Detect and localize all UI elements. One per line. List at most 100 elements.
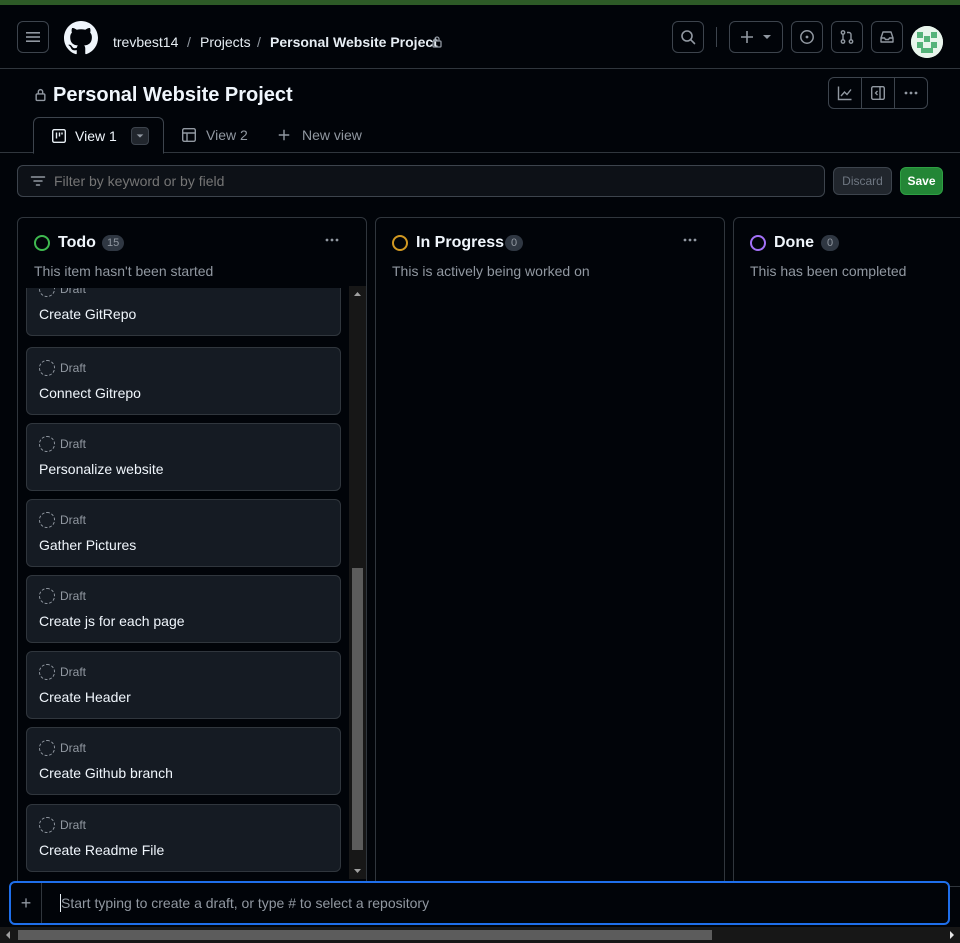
filter-input[interactable] (54, 173, 824, 189)
card[interactable]: Draft Create GitRepo (26, 288, 341, 336)
horizontal-scrollbar-thumb[interactable] (18, 930, 712, 940)
card-title[interactable]: Create Readme File (39, 842, 164, 858)
scrollbar-thumb[interactable] (352, 568, 363, 850)
new-view-button[interactable]: New view (277, 117, 362, 153)
card-title[interactable]: Personalize website (39, 461, 164, 477)
global-header: trevbest14 / Projects / Personal Website… (0, 5, 960, 69)
tab-view-1[interactable]: View 1 (33, 117, 164, 154)
count-badge: 0 (821, 235, 839, 251)
tab-view-2[interactable]: View 2 (181, 117, 248, 153)
column-title: Done (774, 234, 814, 251)
card-title[interactable]: Create Header (39, 689, 131, 705)
scroll-left-arrow-icon[interactable] (2, 927, 14, 943)
table-icon (181, 127, 197, 143)
tab-label: New view (302, 127, 362, 143)
column-description: This is actively being worked on (392, 263, 590, 279)
discard-button[interactable]: Discard (833, 167, 892, 195)
filter-bar: Discard Save (0, 154, 960, 210)
scroll-up-arrow-icon[interactable] (349, 288, 366, 300)
column-done: Done 0 This has been completed (733, 217, 960, 887)
status-circle-icon (34, 235, 50, 251)
breadcrumb-user[interactable]: trevbest14 (113, 34, 178, 50)
project-actions-group (828, 77, 928, 109)
lock-icon (34, 87, 47, 102)
column-menu-button[interactable] (318, 230, 346, 250)
sidebar-expand-icon (871, 86, 886, 101)
breadcrumb-separator: / (257, 34, 261, 50)
add-item-input[interactable]: Start typing to create a draft, or type … (61, 895, 429, 911)
project-header: Personal Website Project View 1 View 2 N… (0, 69, 960, 154)
create-new-button[interactable] (729, 21, 783, 53)
plus-icon (741, 31, 753, 43)
inbox-icon (880, 31, 894, 43)
breadcrumb-projects[interactable]: Projects (200, 34, 251, 50)
card[interactable]: Draft Create Readme File (26, 804, 341, 872)
column-todo: Todo 15 This item hasn't been started Dr… (17, 217, 367, 887)
draft-icon (39, 436, 55, 452)
filter-icon (30, 173, 46, 189)
card[interactable]: Draft Gather Pictures (26, 499, 341, 567)
draft-icon (39, 360, 55, 376)
pull-requests-button[interactable] (831, 21, 863, 53)
draft-icon (39, 817, 55, 833)
hamburger-icon (26, 32, 40, 42)
status-circle-icon (750, 235, 766, 251)
card[interactable]: Draft Create Header (26, 651, 341, 719)
column-menu-button[interactable] (676, 230, 704, 250)
card-status: Draft (60, 437, 87, 451)
view-options-dropdown[interactable] (130, 126, 149, 145)
card-title[interactable]: Gather Pictures (39, 537, 136, 553)
git-pull-request-icon (840, 30, 854, 44)
count-badge: 0 (505, 235, 523, 251)
card-status: Draft (60, 288, 87, 296)
horizontal-scrollbar[interactable] (0, 927, 960, 943)
column-title: In Progress (416, 234, 505, 251)
card-status: Draft (60, 589, 87, 603)
more-options-button[interactable] (895, 78, 927, 108)
breadcrumb-project[interactable]: Personal Website Project (270, 34, 438, 50)
graph-icon (837, 86, 852, 101)
column-title: Todo (58, 234, 96, 251)
draft-icon (39, 288, 55, 297)
insights-button[interactable] (829, 78, 862, 108)
card[interactable]: Draft Personalize website (26, 423, 341, 491)
card-status: Draft (60, 513, 87, 527)
card[interactable]: Draft Create js for each page (26, 575, 341, 643)
inbox-button[interactable] (871, 21, 903, 53)
column-scrollbar[interactable] (349, 286, 366, 879)
tab-label: View 1 (75, 127, 117, 144)
draft-icon (39, 588, 55, 604)
scroll-down-arrow-icon[interactable] (349, 865, 366, 877)
card-status: Draft (60, 818, 87, 832)
card-title[interactable]: Connect Gitrepo (39, 385, 141, 401)
card-list: Draft Create GitRepo Draft Connect Gitre… (18, 288, 348, 878)
card-status: Draft (60, 361, 87, 375)
side-panel-button[interactable] (862, 78, 895, 108)
card[interactable]: Draft Connect Gitrepo (26, 347, 341, 415)
add-item-bar[interactable]: + Start typing to create a draft, or typ… (9, 881, 950, 925)
filter-input-wrapper[interactable] (17, 165, 825, 197)
draft-icon (39, 740, 55, 756)
save-button[interactable]: Save (900, 167, 943, 195)
kebab-horizontal-icon (683, 238, 697, 242)
card-status: Draft (60, 741, 87, 755)
scroll-right-arrow-icon[interactable] (946, 927, 958, 943)
kebab-horizontal-icon (325, 238, 339, 242)
search-button[interactable] (672, 21, 704, 53)
menu-button[interactable] (17, 21, 49, 53)
kebab-horizontal-icon (904, 91, 918, 95)
card-title[interactable]: Create Github branch (39, 765, 173, 781)
draft-icon (39, 664, 55, 680)
draft-icon (39, 512, 55, 528)
avatar[interactable] (911, 26, 943, 58)
card-status: Draft (60, 665, 87, 679)
card-title[interactable]: Create GitRepo (39, 306, 136, 322)
card-title[interactable]: Create js for each page (39, 613, 185, 629)
nav-divider (716, 27, 717, 47)
card[interactable]: Draft Create Github branch (26, 727, 341, 795)
triangle-down-icon (136, 133, 144, 138)
page-title: Personal Website Project (53, 84, 293, 106)
issues-button[interactable] (791, 21, 823, 53)
github-logo-icon[interactable] (64, 21, 98, 55)
add-item-plus-icon[interactable]: + (11, 883, 42, 923)
